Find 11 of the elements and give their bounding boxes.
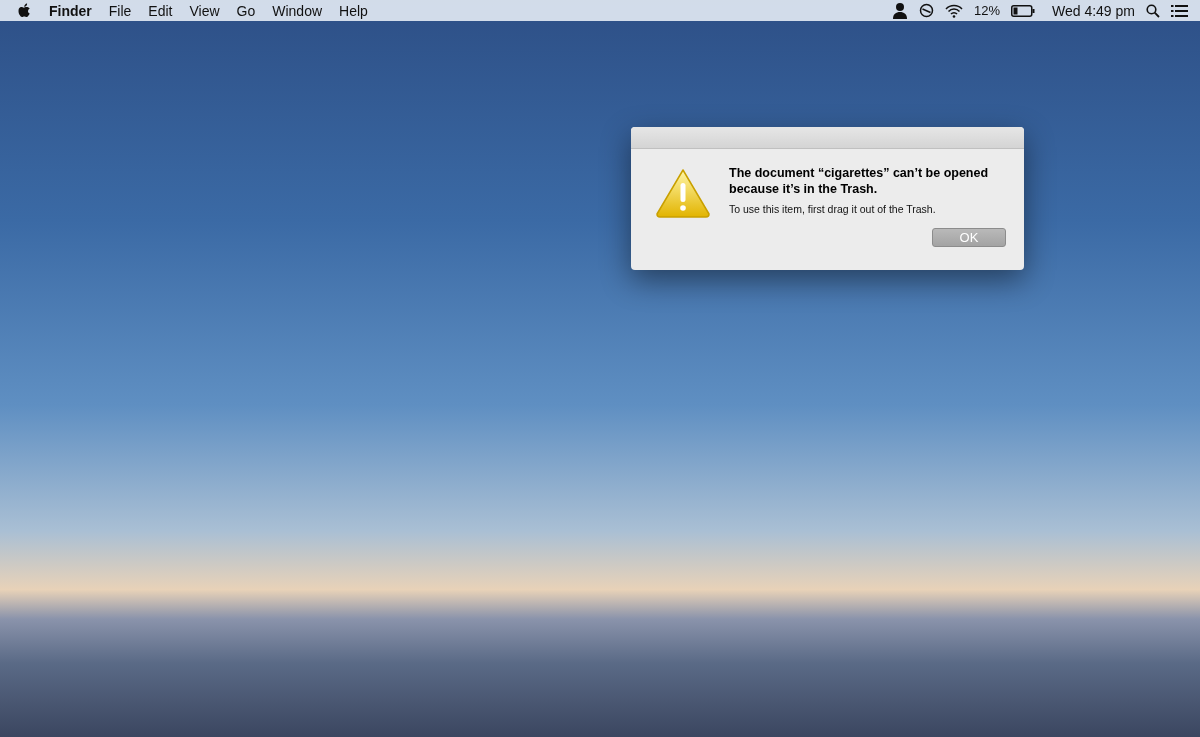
menu-item[interactable]: View [189,2,220,19]
menu-item[interactable]: Edit [148,2,173,19]
menu-item[interactable]: Help [339,2,368,19]
menu-item[interactable]: Go [236,2,256,19]
alert-detail: To use this item, first drag it out of the Trash. [729,203,937,215]
menu-item[interactable]: Window [272,2,323,19]
app-menu[interactable]: Finder [49,2,92,19]
menu-item[interactable]: File [108,2,132,19]
clock-time[interactable]: Wed 4:49 pm [1052,2,1135,19]
alert-message: The document “cigarettes” can’t be opened because it’s in the Trash. [729,165,990,197]
battery-percentage: 12% [973,3,1000,18]
